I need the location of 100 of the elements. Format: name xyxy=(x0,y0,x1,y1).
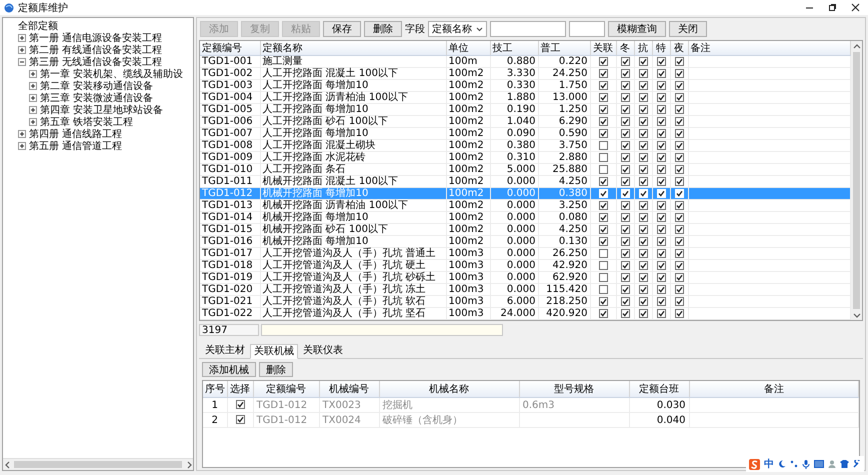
collapse-toggle-icon[interactable] xyxy=(18,58,26,66)
checkbox[interactable] xyxy=(638,92,648,102)
checkbox[interactable] xyxy=(598,248,608,258)
tree-item[interactable]: 第四册 通信线路工程 xyxy=(29,127,122,141)
checkbox[interactable] xyxy=(656,260,666,270)
checkbox[interactable] xyxy=(598,152,608,162)
expand-toggle-icon[interactable] xyxy=(18,142,26,150)
checkbox[interactable] xyxy=(598,176,608,186)
checkbox[interactable] xyxy=(598,212,608,222)
tree-item[interactable]: 第五章 铁塔安装工程 xyxy=(40,115,134,129)
checkbox[interactable] xyxy=(656,80,666,90)
checkbox[interactable] xyxy=(620,128,630,138)
column-header[interactable]: 定额名称 xyxy=(260,41,446,56)
checkbox[interactable] xyxy=(674,272,684,282)
checkbox[interactable] xyxy=(674,236,684,246)
column-header[interactable]: 机械编号 xyxy=(319,381,379,398)
input-mode[interactable]: 中 xyxy=(764,457,774,471)
checkbox[interactable] xyxy=(620,140,630,150)
column-header[interactable]: 定额台班 xyxy=(629,381,689,398)
checkbox[interactable] xyxy=(638,224,648,234)
toolbar-button[interactable]: 保存 xyxy=(323,21,361,37)
checkbox[interactable] xyxy=(674,176,684,186)
moon-icon[interactable] xyxy=(778,460,786,468)
checkbox[interactable] xyxy=(620,104,630,114)
checkbox[interactable] xyxy=(674,152,684,162)
checkbox[interactable] xyxy=(598,92,608,102)
checkbox[interactable] xyxy=(674,140,684,150)
checkbox[interactable] xyxy=(620,200,630,210)
column-header[interactable]: 抗 xyxy=(634,41,652,56)
horizontal-scrollbar[interactable] xyxy=(3,458,193,470)
tree-item[interactable]: 第二册 有线通信设备安装工程 xyxy=(29,43,162,57)
checkbox[interactable] xyxy=(598,296,608,306)
column-header[interactable]: 普工 xyxy=(538,41,590,56)
checkbox[interactable] xyxy=(674,56,684,66)
checkbox[interactable] xyxy=(620,164,630,174)
checkbox[interactable] xyxy=(598,164,608,174)
column-header[interactable]: 夜 xyxy=(670,41,688,56)
checkbox[interactable] xyxy=(620,152,630,162)
checkbox[interactable] xyxy=(656,176,666,186)
tree-item[interactable]: 第二章 安装移动通信设备 xyxy=(40,79,154,93)
checkbox[interactable] xyxy=(656,140,666,150)
panel-button[interactable]: 添加机械 xyxy=(202,362,256,377)
tab[interactable]: 关联主材 xyxy=(202,344,248,357)
column-header[interactable]: 技工 xyxy=(490,41,538,56)
checkbox[interactable] xyxy=(236,400,244,410)
tree-item[interactable]: 第一章 安装机架、缆线及辅助设 xyxy=(40,67,184,81)
column-header[interactable]: 定额编号 xyxy=(200,41,260,56)
checkbox[interactable] xyxy=(638,140,648,150)
tree-item[interactable]: 第一册 通信电源设备安装工程 xyxy=(29,31,162,45)
expand-toggle-icon[interactable] xyxy=(18,34,26,42)
checkbox[interactable] xyxy=(674,92,684,102)
expand-toggle-icon[interactable] xyxy=(29,82,37,90)
tree-item[interactable]: 第三册 无线通信设备安装工程 xyxy=(29,55,162,69)
tree-item[interactable]: 第三章 安装微波通信设备 xyxy=(40,91,154,105)
checkbox[interactable] xyxy=(656,200,666,210)
checkbox[interactable] xyxy=(638,116,648,126)
checkbox[interactable] xyxy=(656,212,666,222)
panel-button[interactable]: 删除 xyxy=(259,362,293,377)
scroll-down-icon[interactable] xyxy=(852,311,860,319)
scroll-left-icon[interactable] xyxy=(3,460,11,468)
column-header[interactable]: 备注 xyxy=(689,381,858,398)
search-field[interactable] xyxy=(569,21,605,37)
checkbox[interactable] xyxy=(620,308,630,318)
column-header[interactable]: 型号规格 xyxy=(519,381,629,398)
checkbox[interactable] xyxy=(656,152,666,162)
scroll-up-icon[interactable] xyxy=(852,42,860,50)
microphone-icon[interactable] xyxy=(802,460,810,468)
checkbox[interactable] xyxy=(598,56,608,66)
checkbox[interactable] xyxy=(598,104,608,114)
column-header[interactable]: 特 xyxy=(652,41,670,56)
checkbox[interactable] xyxy=(598,200,608,210)
checkbox[interactable] xyxy=(620,296,630,306)
checkbox[interactable] xyxy=(620,92,630,102)
checkbox[interactable] xyxy=(598,128,608,138)
punctuation-icon[interactable] xyxy=(790,460,798,468)
checkbox[interactable] xyxy=(674,260,684,270)
ime-logo-icon[interactable] xyxy=(749,458,760,470)
checkbox[interactable] xyxy=(674,80,684,90)
close-button[interactable]: 关闭 xyxy=(669,21,707,37)
checkbox[interactable] xyxy=(638,200,648,210)
checkbox[interactable] xyxy=(638,236,648,246)
checkbox[interactable] xyxy=(656,272,666,282)
checkbox[interactable] xyxy=(674,212,684,222)
toolbar-button[interactable]: 删除 xyxy=(364,21,402,37)
checkbox[interactable] xyxy=(598,236,608,246)
checkbox[interactable] xyxy=(638,128,648,138)
checkbox[interactable] xyxy=(656,116,666,126)
checkbox[interactable] xyxy=(620,224,630,234)
expand-toggle-icon[interactable] xyxy=(29,94,37,102)
tree-item[interactable]: 全部定额 xyxy=(18,19,58,33)
checkbox[interactable] xyxy=(674,200,684,210)
input-field[interactable] xyxy=(261,324,503,336)
checkbox[interactable] xyxy=(236,415,244,424)
checkbox[interactable] xyxy=(656,164,666,174)
scroll-right-icon[interactable] xyxy=(185,460,193,468)
checkbox[interactable] xyxy=(638,272,648,282)
tree-item[interactable]: 第四章 安装卫星地球站设备 xyxy=(40,103,164,117)
checkbox[interactable] xyxy=(656,284,666,294)
checkbox[interactable] xyxy=(656,308,666,318)
checkbox[interactable] xyxy=(620,212,630,222)
